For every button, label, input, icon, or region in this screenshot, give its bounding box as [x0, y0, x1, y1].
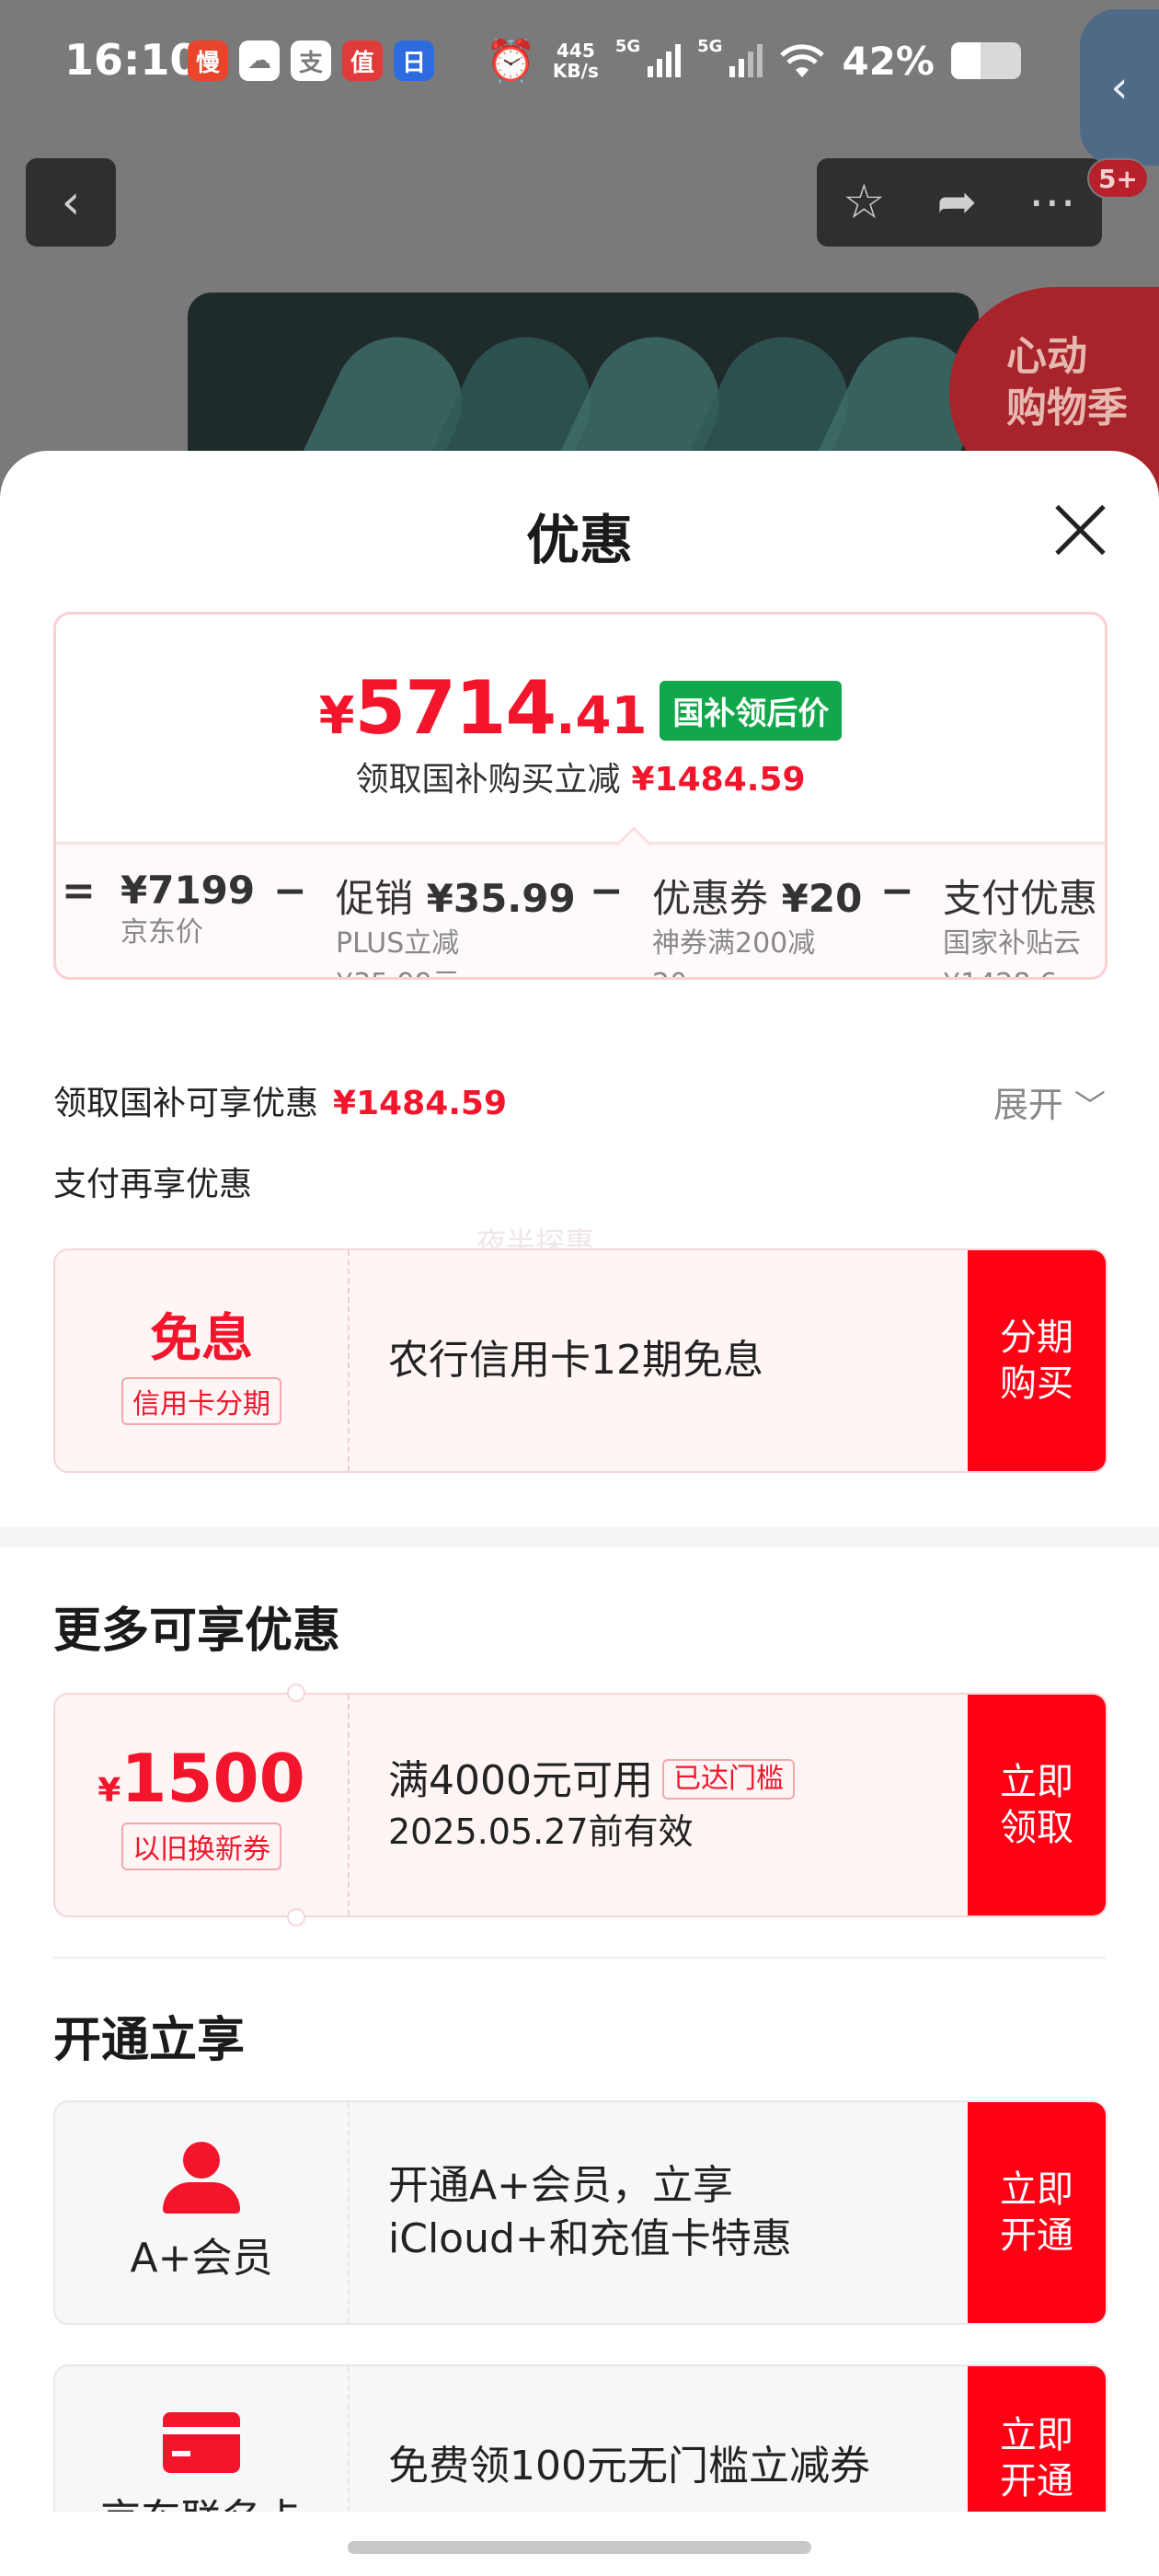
star-icon[interactable]: ☆	[843, 175, 886, 230]
member-person-icon	[163, 2142, 240, 2214]
chevron-down-icon: ﹀	[1074, 1088, 1106, 1125]
pay-more-label: 支付再享优惠	[53, 1166, 253, 1203]
smzdm-app-icon: 值	[342, 40, 383, 81]
manmanbuy-app-icon: 慢	[188, 40, 228, 81]
status-bar: 16:10 慢 ☁ 支 值 日 ⏰ 445 KB/s 5G 5G 42% ‹	[0, 0, 1159, 166]
aplus-member-card: A+会员 开通A+会员，立享 iCloud+和充值卡特惠 立即开通	[53, 2100, 1107, 2325]
notification-app-icons: 慢 ☁ 支 值 日	[188, 40, 434, 81]
home-indicator[interactable]	[348, 2541, 811, 2554]
calendar-app-icon: 日	[394, 40, 434, 81]
more-icon[interactable]: ⋯	[1028, 175, 1076, 230]
section-divider	[0, 1527, 1159, 1547]
cobrand-description: 免费领100元无门槛立减券	[388, 2443, 870, 2490]
wechat-app-icon: ☁	[239, 40, 280, 81]
final-price-panel: ¥5714.41 国补领后价 领取国补购买立减 ¥1484.59	[56, 615, 1105, 845]
more-offers-title: 更多可享优惠	[53, 1604, 341, 1659]
expand-toggle[interactable]: 展开 ﹀	[993, 1076, 1106, 1127]
signal-2-icon	[729, 44, 763, 77]
installment-description: 农行信用卡12期免息	[388, 1337, 763, 1384]
battery-percent: 42%	[842, 38, 935, 84]
formula-item-payment: 支付优惠 国家补贴云 ¥1428.6	[943, 876, 1098, 977]
formula-item-coupon: 优惠券 ¥20 神券满200减 20	[652, 876, 863, 977]
signal-1-icon	[648, 44, 682, 77]
alarm-icon: ⏰	[486, 38, 536, 85]
background-app: 16:10 慢 ☁ 支 值 日 ⏰ 445 KB/s 5G 5G 42% ‹ ‹…	[0, 0, 1159, 515]
aplus-member-label: A+会员	[130, 2235, 273, 2282]
installment-buy-button[interactable]: 分期购买	[968, 1250, 1106, 1471]
interest-free-label: 免息	[150, 1308, 253, 1369]
savings-summary: 领取国补可享优惠 ¥1484.59	[53, 1085, 508, 1122]
message-badge: 5+	[1087, 158, 1149, 199]
aplus-desc-line1: 开通A+会员，立享	[388, 2162, 733, 2209]
floating-side-tab[interactable]: ‹	[1080, 9, 1159, 166]
close-button[interactable]	[1049, 497, 1111, 559]
trade-in-coupon-card: ¥1500 以旧换新券 满4000元可用 已达门槛 2025.05.27前有效 立…	[53, 1693, 1107, 1917]
coupon-amount: ¥1500	[98, 1740, 305, 1817]
sheet-title: 优惠	[525, 509, 633, 571]
installment-offer-card: 免息 信用卡分期 农行信用卡12期免息 分期购买	[53, 1248, 1107, 1473]
chevron-left-icon: ‹	[61, 175, 81, 230]
subsidy-price-tag: 国补领后价	[660, 681, 843, 741]
status-time: 16:10	[64, 35, 200, 85]
formula-item-jd-price: ¥7199 京东价	[120, 868, 256, 949]
share-icon[interactable]: ➦	[937, 175, 978, 230]
top-action-group: ☆ ➦ ⋯	[817, 158, 1102, 247]
chevron-left-icon: ‹	[1110, 62, 1129, 113]
back-button[interactable]: ‹	[26, 158, 116, 247]
credit-card-icon	[163, 2412, 240, 2473]
trade-in-chip: 以旧换新券	[121, 1823, 281, 1870]
signal-2-label: 5G	[697, 37, 723, 56]
network-speed: 445 KB/s	[552, 40, 599, 82]
subsidy-discount-line: 领取国补购买立减 ¥1484.59	[355, 761, 806, 799]
open-aplus-button[interactable]: 立即开通	[968, 2102, 1106, 2323]
status-indicators: ⏰ 445 KB/s 5G 5G 42%	[486, 37, 1021, 85]
threshold-met-tag: 已达门槛	[661, 1759, 795, 1800]
credit-installment-chip: 信用卡分期	[121, 1376, 281, 1425]
claim-coupon-button[interactable]: 立即领取	[968, 1695, 1106, 1915]
aplus-desc-line2: iCloud+和充值卡特惠	[388, 2215, 792, 2262]
price-breakdown-card: ¥5714.41 国补领后价 领取国补购买立减 ¥1484.59 = ¥7199 …	[53, 612, 1107, 980]
wifi-icon	[780, 44, 825, 77]
price-formula: = ¥7199 京东价 − 促销 ¥35.99 PLUS立减 ¥35.99元 −…	[56, 868, 1105, 977]
final-price: ¥5714.41	[318, 665, 648, 751]
alipay-app-icon: 支	[291, 40, 331, 81]
membership-section-title: 开通立享	[53, 2013, 246, 2068]
coupon-validity: 2025.05.27前有效	[388, 1811, 694, 1852]
formula-item-promotion: 促销 ¥35.99 PLUS立减 ¥35.99元	[336, 876, 576, 977]
signal-1-label: 5G	[614, 37, 641, 56]
discount-sheet: 优惠 ¥5714.41 国补领后价 领取国补购买立减 ¥1484.59 = ¥71…	[0, 451, 1159, 2576]
battery-icon	[951, 42, 1021, 79]
coupon-condition: 满4000元可用 已达门槛	[388, 1754, 968, 1808]
